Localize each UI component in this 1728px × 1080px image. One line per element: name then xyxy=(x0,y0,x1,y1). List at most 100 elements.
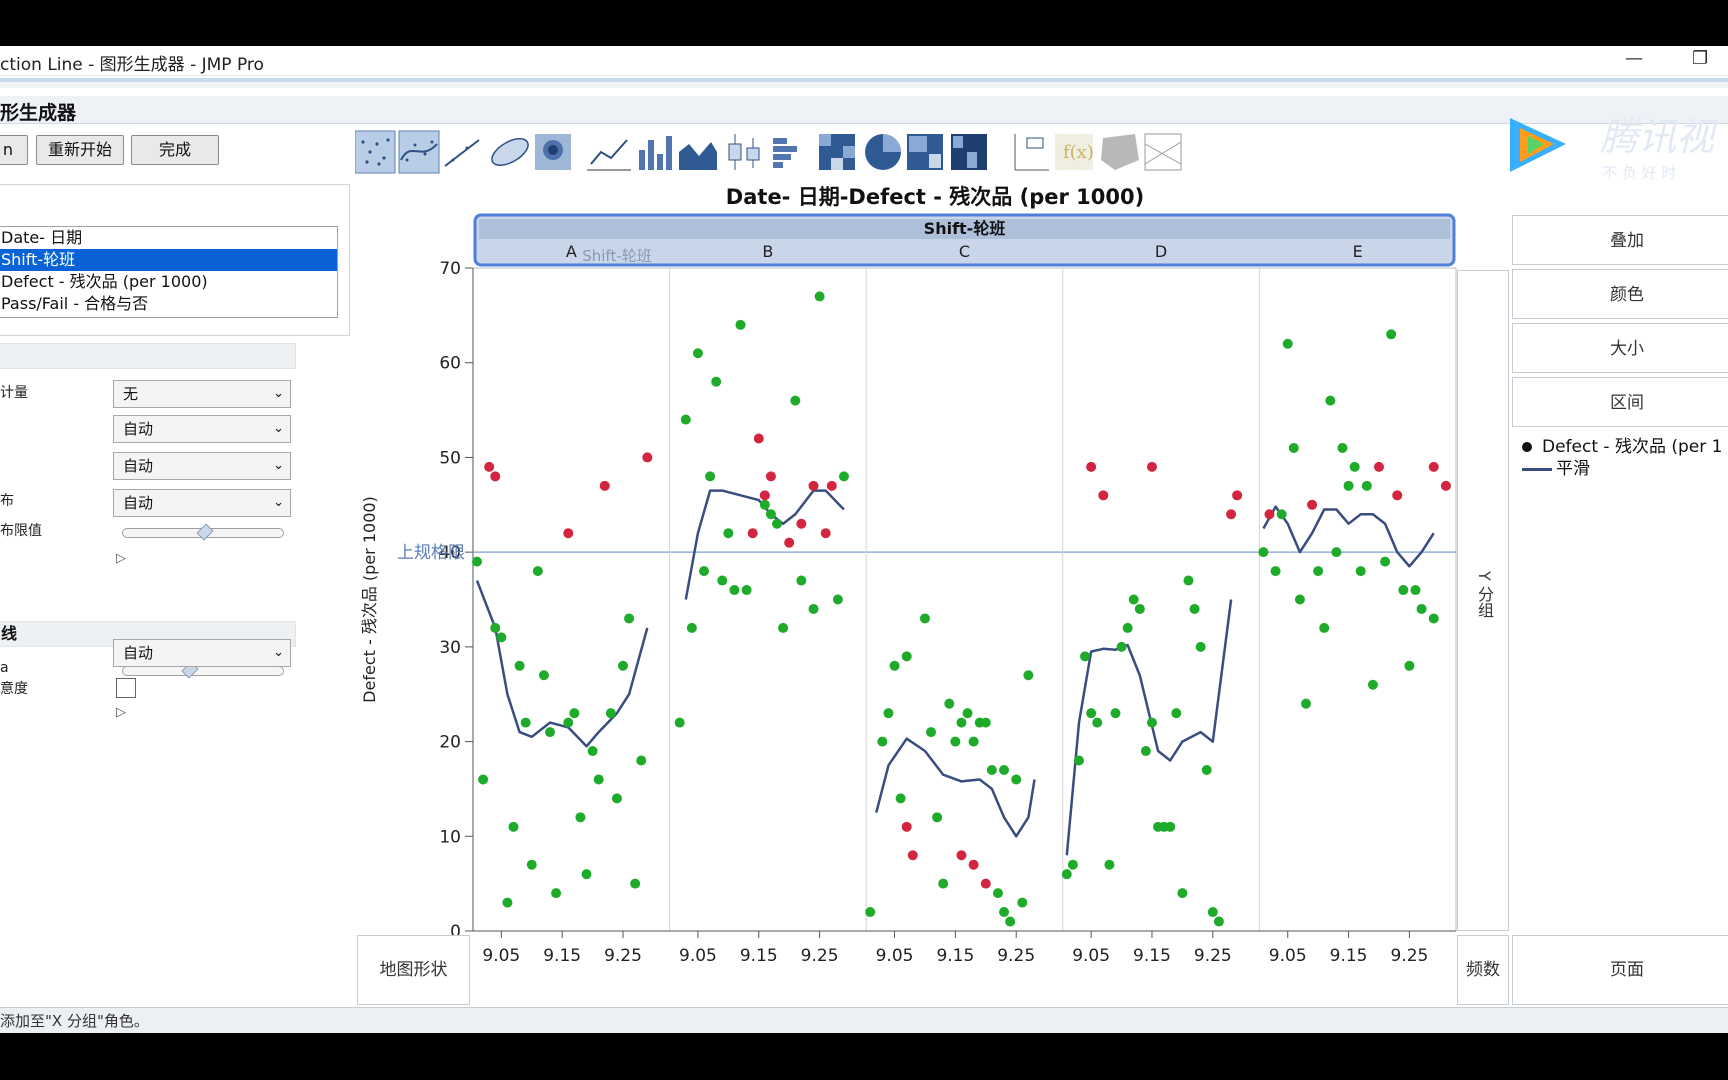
point-pass xyxy=(1343,480,1354,491)
point-fail xyxy=(1264,509,1275,520)
point-pass xyxy=(1159,821,1170,832)
menu-strip xyxy=(0,82,1728,88)
bar-chart-icon[interactable] xyxy=(639,136,672,170)
x-tick-label: 9.05 xyxy=(876,946,914,966)
y-group-drop-zone[interactable]: Y 分组 xyxy=(1457,270,1509,931)
point-fail xyxy=(820,528,831,539)
box-plot-icon[interactable] xyxy=(728,134,760,170)
treemap-icon[interactable] xyxy=(907,134,943,170)
point-pass xyxy=(630,878,641,889)
smoother-line xyxy=(684,489,845,600)
parallel-icon[interactable] xyxy=(1144,133,1182,171)
point-pass xyxy=(944,698,955,709)
point-fail xyxy=(490,471,501,482)
point-pass xyxy=(765,509,776,520)
point-pass xyxy=(593,774,604,785)
line-chart-icon[interactable] xyxy=(587,139,631,171)
points-icon[interactable] xyxy=(354,130,396,174)
option-select-3[interactable]: 自动 ⌄ xyxy=(113,452,291,480)
interval-drop-zone[interactable]: 区间 xyxy=(1512,377,1728,427)
chevron-down-icon: ⌄ xyxy=(273,495,284,510)
chart-title: Date- 日期-Defect - 残次品 (per 1000) xyxy=(726,185,1144,209)
lambda-slider[interactable] xyxy=(122,661,284,679)
y-tick-label: 50 xyxy=(439,448,461,468)
area-chart-icon[interactable] xyxy=(679,142,717,170)
point-pass xyxy=(974,717,985,728)
point-fail xyxy=(1428,461,1439,472)
point-fail xyxy=(907,850,918,861)
confidence-checkbox[interactable] xyxy=(116,678,136,698)
minimize-button[interactable]: — xyxy=(1625,48,1643,69)
point-pass xyxy=(889,660,900,671)
point-pass xyxy=(865,907,876,918)
line-of-fit-icon[interactable] xyxy=(444,139,480,167)
stat-select[interactable]: 无 ⌄ xyxy=(113,380,291,408)
point-pass xyxy=(674,717,685,728)
map-shape-drop-zone[interactable]: 地图形状 xyxy=(357,935,470,1005)
size-drop-zone[interactable]: 大小 xyxy=(1512,323,1728,373)
ellipse-icon[interactable] xyxy=(488,133,533,170)
point-fail xyxy=(759,490,770,501)
point-fail xyxy=(1146,461,1157,472)
limit-slider[interactable] xyxy=(122,523,284,541)
expand-triangle-icon[interactable]: ▷ xyxy=(116,705,126,720)
y-tick-label: 10 xyxy=(439,827,461,847)
window-title: ction Line - 图形生成器 - JMP Pro xyxy=(0,55,264,75)
point-pass xyxy=(901,651,912,662)
point-pass xyxy=(926,727,937,738)
point-pass xyxy=(778,622,789,633)
variable-item[interactable]: Date- 日期 xyxy=(0,227,337,249)
point-pass xyxy=(932,812,943,823)
jmp-window: ction Line - 图形生成器 - JMP Pro — ❐ 形生成器 n … xyxy=(0,46,1728,1033)
y-tick-label: 30 xyxy=(439,638,461,658)
lambda-label: a xyxy=(0,660,9,676)
pie-chart-icon[interactable] xyxy=(865,134,901,170)
point-pass xyxy=(1258,547,1269,558)
page-drop-zone[interactable]: 页面 xyxy=(1512,935,1728,1005)
point-pass xyxy=(569,708,580,719)
variable-item-selected[interactable]: Shift-轮班 xyxy=(0,249,337,271)
point-fail xyxy=(765,471,776,482)
point-pass xyxy=(1201,764,1212,775)
restore-button[interactable]: ❐ xyxy=(1692,48,1708,69)
dist-select[interactable]: 自动 ⌄ xyxy=(113,489,291,517)
expand-triangle-icon[interactable]: ▷ xyxy=(116,551,126,566)
legend-smooth[interactable]: 平滑 xyxy=(1522,454,1590,479)
option-select-2[interactable]: 自动 ⌄ xyxy=(113,415,291,443)
histogram-icon[interactable] xyxy=(773,138,797,168)
point-fail xyxy=(484,461,495,472)
point-pass xyxy=(1177,888,1188,899)
mosaic-icon[interactable] xyxy=(951,134,987,170)
variable-item[interactable]: Defect - 残次品 (per 1000) xyxy=(0,271,337,293)
heatmap-icon[interactable] xyxy=(819,134,855,170)
done-button[interactable]: 完成 xyxy=(131,135,219,165)
point-fail xyxy=(826,480,837,491)
color-drop-zone[interactable]: 颜色 xyxy=(1512,269,1728,319)
x-tick-label: 9.25 xyxy=(604,946,642,966)
freq-drop-zone[interactable]: 频数 xyxy=(1457,935,1509,1005)
smoother-select[interactable]: 自动 ⌄ xyxy=(113,639,291,667)
smoother-line xyxy=(875,737,1036,838)
point-fail xyxy=(901,821,912,832)
density-icon[interactable] xyxy=(535,134,571,170)
restart-button[interactable]: 重新开始 xyxy=(36,135,124,165)
x-tick-label: 9.25 xyxy=(801,946,839,966)
point-pass xyxy=(624,613,635,624)
point-pass xyxy=(1086,708,1097,719)
x-tick-label: 9.05 xyxy=(1072,946,1110,966)
overlay-drop-zone[interactable]: 叠加 xyxy=(1512,215,1728,265)
undo-button[interactable]: n xyxy=(0,135,28,165)
conf-label: 意度 xyxy=(0,681,28,697)
x-tick-label: 9.05 xyxy=(1269,946,1307,966)
points-section-header[interactable] xyxy=(0,343,296,369)
point-fail xyxy=(1086,461,1097,472)
slider-thumb[interactable] xyxy=(196,523,214,541)
point-pass xyxy=(1288,442,1299,453)
caption-box-icon[interactable] xyxy=(1014,134,1049,171)
map-shapes-icon[interactable] xyxy=(1101,134,1139,170)
variable-item[interactable]: Pass/Fail - 合格与否 xyxy=(0,293,337,315)
variable-list[interactable]: Date- 日期 Shift-轮班 Defect - 残次品 (per 1000… xyxy=(0,226,338,318)
x-tick-label: 9.05 xyxy=(482,946,520,966)
point-pass xyxy=(790,395,801,406)
formula-icon[interactable]: f(x) xyxy=(1055,134,1094,170)
